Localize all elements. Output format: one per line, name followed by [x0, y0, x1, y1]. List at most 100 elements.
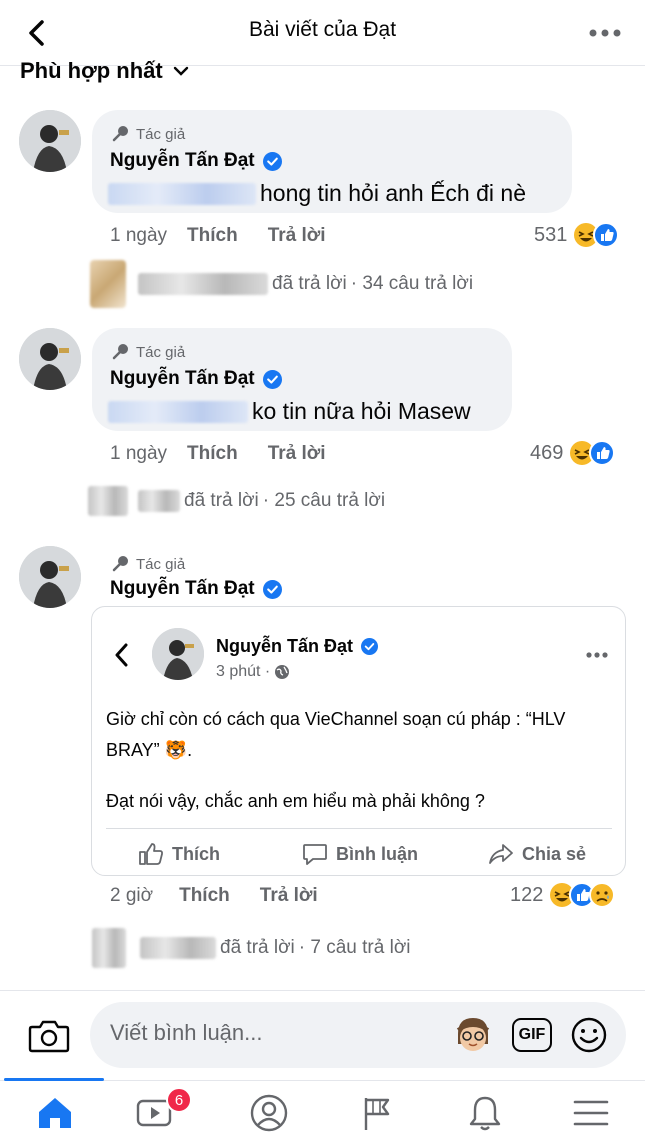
more-icon [586, 652, 608, 658]
reaction-count: 122 [510, 883, 544, 906]
chevron-left-icon [115, 643, 128, 667]
verified-badge-icon [262, 369, 282, 389]
commenter-name[interactable]: Nguyễn Tấn Đạt [110, 578, 282, 600]
sad-reaction-icon [589, 882, 616, 908]
mention-tag[interactable] [108, 400, 248, 423]
mention-tag[interactable] [108, 182, 256, 205]
profile-photo-icon [19, 546, 81, 608]
camera-icon [28, 1020, 70, 1053]
gif-button[interactable]: GIF [512, 1018, 552, 1052]
post-time: 3 phút · [216, 663, 271, 680]
replier-name [138, 273, 268, 295]
replier-name [140, 937, 216, 959]
replies-label: đã trả lời [220, 937, 295, 958]
nav-home[interactable] [30, 1090, 80, 1136]
view-replies-link[interactable]: đã trả lời · 7 câu trả lời [92, 928, 411, 968]
replier-avatar [92, 928, 126, 968]
post-text-line: Giờ chỉ còn có cách qua VieChannel soạn … [106, 709, 566, 729]
thumbs-up-icon [139, 843, 163, 865]
verified-badge-icon [361, 638, 379, 655]
avatar-sticker-icon [456, 1018, 490, 1051]
post-text-line: Đạt nói vậy, chắc anh em hiểu mà phải kh… [106, 791, 485, 811]
post-share-button[interactable]: Chia sẻ [488, 842, 586, 866]
replier-avatar [90, 260, 126, 308]
view-replies-link[interactable]: đã trả lời · 25 câu trả lời [88, 486, 385, 516]
reactions-summary[interactable]: 122 [510, 882, 616, 908]
comment-icon [303, 844, 327, 865]
chevron-down-icon [173, 66, 188, 76]
nav-profile[interactable] [244, 1090, 294, 1136]
post-more-button[interactable] [584, 642, 610, 673]
commenter-name[interactable]: Nguyễn Tấn Đạt [110, 368, 282, 390]
more-options-button[interactable] [585, 16, 625, 50]
view-replies-link[interactable]: đã trả lời · 34 câu trả lời [90, 260, 473, 308]
reaction-icons [549, 882, 616, 908]
reply-button[interactable]: Trả lời [268, 443, 326, 465]
gif-label: GIF [518, 1026, 546, 1043]
emoji-button[interactable] [570, 1016, 608, 1059]
smiley-icon [571, 1017, 607, 1053]
globe-icon [275, 665, 290, 679]
nav-menu[interactable] [566, 1090, 616, 1136]
avatar-sticker-button[interactable] [452, 1014, 494, 1063]
avatar[interactable] [19, 546, 81, 608]
reply-button[interactable]: Trả lời [268, 225, 326, 247]
commenter-name[interactable]: Nguyễn Tấn Đạt [110, 150, 282, 172]
like-button[interactable]: Thích [187, 443, 238, 465]
comment-time: 2 giờ [110, 885, 154, 906]
replies-count: · 7 câu trả lời [298, 937, 411, 958]
author-tag-label: Tác giả [136, 125, 186, 143]
author-tag: Tác giả [110, 342, 185, 362]
page-title: Bài viết của Đạt [248, 18, 397, 41]
post-author-avatar[interactable] [152, 628, 204, 680]
camera-button[interactable] [28, 1018, 70, 1059]
card-back-button[interactable] [110, 640, 132, 675]
card-divider [106, 828, 612, 829]
reaction-count: 531 [534, 223, 568, 246]
profile-photo-icon [19, 328, 81, 390]
reactions-summary[interactable]: 531 [534, 222, 620, 248]
commenter-name-text: Nguyễn Tấn Đạt [110, 578, 255, 599]
like-button[interactable]: Thích [187, 225, 238, 247]
comment-meta: 1 ngày Thích Trả lời [110, 225, 326, 247]
post-author-name[interactable]: Nguyễn Tấn Đạt [216, 636, 379, 657]
reply-button[interactable]: Trả lời [260, 885, 318, 907]
comment-text: ko tin nữa hỏi Masew [108, 398, 471, 425]
replier-avatar [88, 486, 128, 516]
comment-meta: 2 giờ Thích Trả lời [110, 885, 318, 907]
avatar[interactable] [19, 110, 81, 172]
sort-label: Phù hợp nhất [20, 58, 163, 83]
profile-photo-icon [19, 110, 81, 172]
flag-icon [364, 1098, 390, 1130]
sort-selector[interactable]: Phù hợp nhất [20, 58, 189, 84]
menu-icon [573, 1100, 609, 1126]
author-tag-label: Tác giả [136, 555, 186, 573]
replies-count: · 25 câu trả lời [262, 490, 386, 511]
reaction-icons [573, 222, 620, 248]
notification-badge: 6 [166, 1087, 192, 1113]
post-meta: 3 phút · [216, 663, 290, 681]
like-reaction-icon [589, 440, 616, 466]
profile-photo-icon [152, 628, 204, 680]
post-comment-button[interactable]: Bình luận [302, 842, 418, 866]
reaction-icons [569, 440, 616, 466]
comment-message: ko tin nữa hỏi Masew [252, 398, 471, 424]
author-tag-label: Tác giả [136, 343, 186, 361]
commenter-name-text: Nguyễn Tấn Đạt [110, 150, 255, 171]
commenter-name-text: Nguyễn Tấn Đạt [110, 368, 255, 389]
like-button[interactable]: Thích [179, 885, 230, 907]
post-like-label: Thích [172, 843, 220, 864]
bell-icon [469, 1096, 501, 1131]
author-tag: Tác giả [110, 124, 185, 144]
verified-badge-icon [262, 579, 282, 599]
nav-notifications[interactable] [460, 1090, 510, 1136]
post-like-button[interactable]: Thích [138, 842, 220, 866]
reaction-count: 469 [530, 441, 564, 464]
avatar[interactable] [19, 328, 81, 390]
nav-pages[interactable] [352, 1090, 402, 1136]
profile-icon [250, 1094, 288, 1132]
comment-text: hong tin hỏi anh Ếch đi nè [108, 180, 526, 207]
reactions-summary[interactable]: 469 [530, 440, 616, 466]
bottom-navigation [0, 1080, 645, 1147]
microphone-icon [112, 556, 128, 572]
